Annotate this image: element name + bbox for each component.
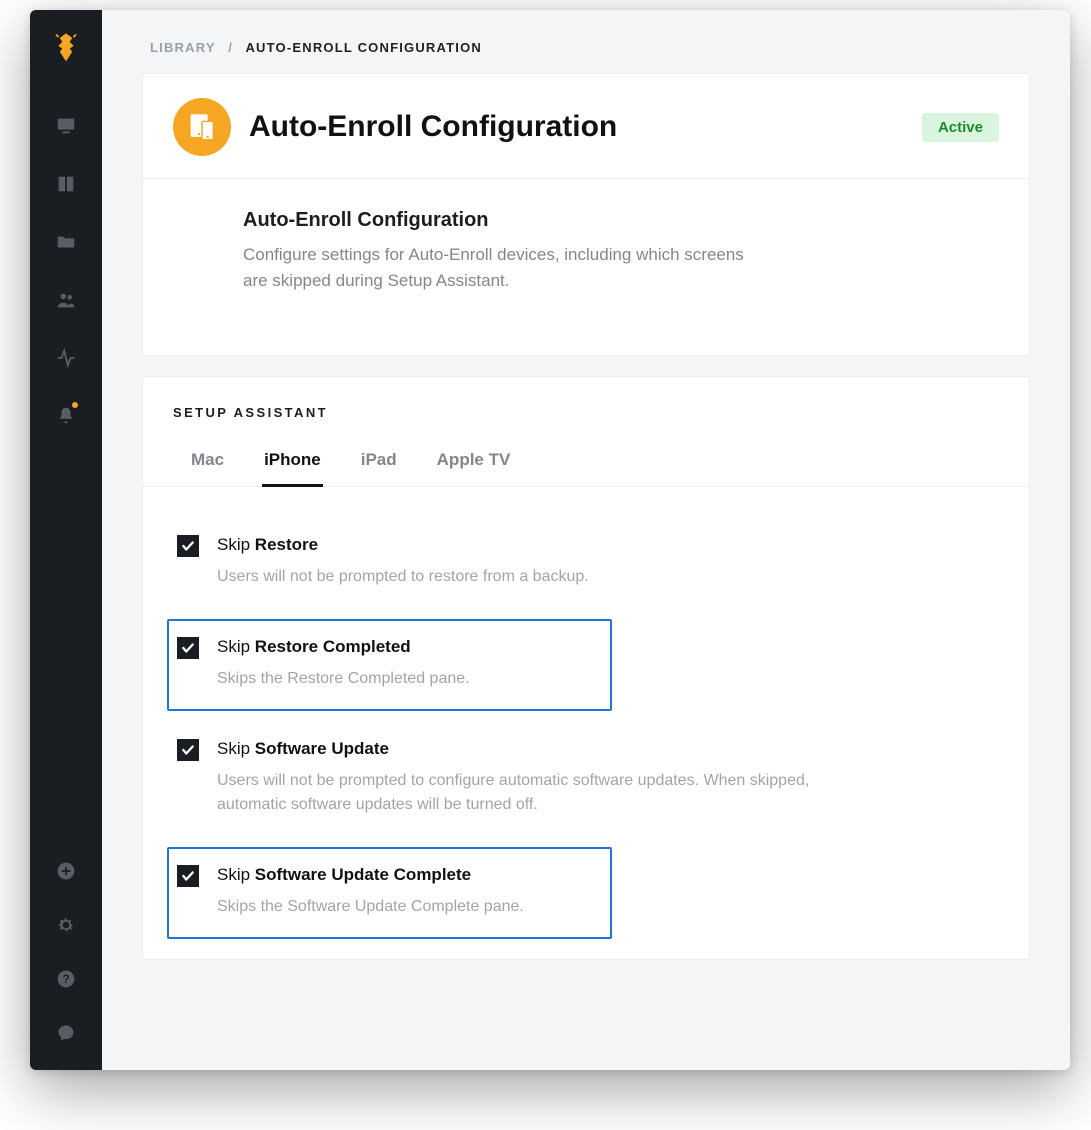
svg-text:?: ? — [62, 973, 69, 986]
option-description: Users will not be prompted to restore fr… — [217, 565, 857, 589]
breadcrumb-separator-icon: / — [228, 40, 233, 55]
option-description: Skips the Software Update Complete pane. — [217, 895, 602, 919]
section-title: SETUP ASSISTANT — [143, 377, 1029, 438]
intro-section: Auto-Enroll Configuration Configure sett… — [143, 179, 1029, 355]
option-restore: Skip Restore Users will not be prompted … — [167, 517, 999, 609]
main-content: LIBRARY / AUTO-ENROLL CONFIGURATION Auto… — [102, 10, 1070, 1070]
nav-users[interactable] — [47, 281, 85, 319]
breadcrumb: LIBRARY / AUTO-ENROLL CONFIGURATION — [102, 10, 1070, 73]
devices-icon — [173, 98, 231, 156]
tab-appletv[interactable]: Apple TV — [435, 438, 513, 487]
check-icon — [181, 743, 195, 757]
sidebar: ? — [30, 10, 102, 1070]
option-label: Skip Software Update Complete — [217, 865, 602, 885]
check-icon — [181, 869, 195, 883]
nav-chat[interactable] — [47, 1014, 85, 1052]
nav-devices[interactable] — [47, 107, 85, 145]
nav-activity[interactable] — [47, 339, 85, 377]
option-description: Users will not be prompted to configure … — [217, 769, 857, 817]
checkbox-software-update-complete[interactable] — [177, 865, 199, 887]
status-badge: Active — [922, 113, 999, 142]
check-icon — [181, 641, 195, 655]
option-restore-completed: Skip Restore Completed Skips the Restore… — [167, 619, 612, 711]
nav-add[interactable] — [47, 852, 85, 890]
card-header: Auto-Enroll Configuration Active — [143, 74, 1029, 179]
tab-iphone[interactable]: iPhone — [262, 438, 323, 487]
option-description: Skips the Restore Completed pane. — [217, 667, 602, 691]
tab-mac[interactable]: Mac — [189, 438, 226, 487]
intro-description: Configure settings for Auto-Enroll devic… — [243, 242, 763, 295]
tab-ipad[interactable]: iPad — [359, 438, 399, 487]
page-title: Auto-Enroll Configuration — [249, 110, 617, 144]
option-label: Skip Restore — [217, 535, 985, 555]
nav-notifications[interactable] — [47, 397, 85, 435]
nav-folders[interactable] — [47, 223, 85, 261]
option-software-update-complete: Skip Software Update Complete Skips the … — [167, 847, 612, 939]
bee-logo-icon — [51, 32, 81, 67]
app-frame: ? LIBRARY / AUTO-ENROLL CONFIGURATION Au… — [30, 10, 1070, 1070]
breadcrumb-current: AUTO-ENROLL CONFIGURATION — [245, 40, 482, 55]
header-card: Auto-Enroll Configuration Active Auto-En… — [142, 73, 1030, 356]
breadcrumb-parent[interactable]: LIBRARY — [150, 40, 215, 55]
checkbox-restore[interactable] — [177, 535, 199, 557]
option-software-update: Skip Software Update Users will not be p… — [167, 721, 999, 837]
intro-heading: Auto-Enroll Configuration — [243, 209, 999, 232]
platform-tabs: Mac iPhone iPad Apple TV — [143, 438, 1029, 487]
setup-assistant-card: SETUP ASSISTANT Mac iPhone iPad Apple TV… — [142, 376, 1030, 960]
notification-dot-icon — [72, 402, 78, 408]
nav-help[interactable]: ? — [47, 960, 85, 998]
checkbox-software-update[interactable] — [177, 739, 199, 761]
option-label: Skip Restore Completed — [217, 637, 602, 657]
options-list: Skip Restore Users will not be prompted … — [143, 487, 1029, 959]
nav-library[interactable] — [47, 165, 85, 203]
nav-settings[interactable] — [47, 906, 85, 944]
check-icon — [181, 539, 195, 553]
checkbox-restore-completed[interactable] — [177, 637, 199, 659]
option-label: Skip Software Update — [217, 739, 985, 759]
